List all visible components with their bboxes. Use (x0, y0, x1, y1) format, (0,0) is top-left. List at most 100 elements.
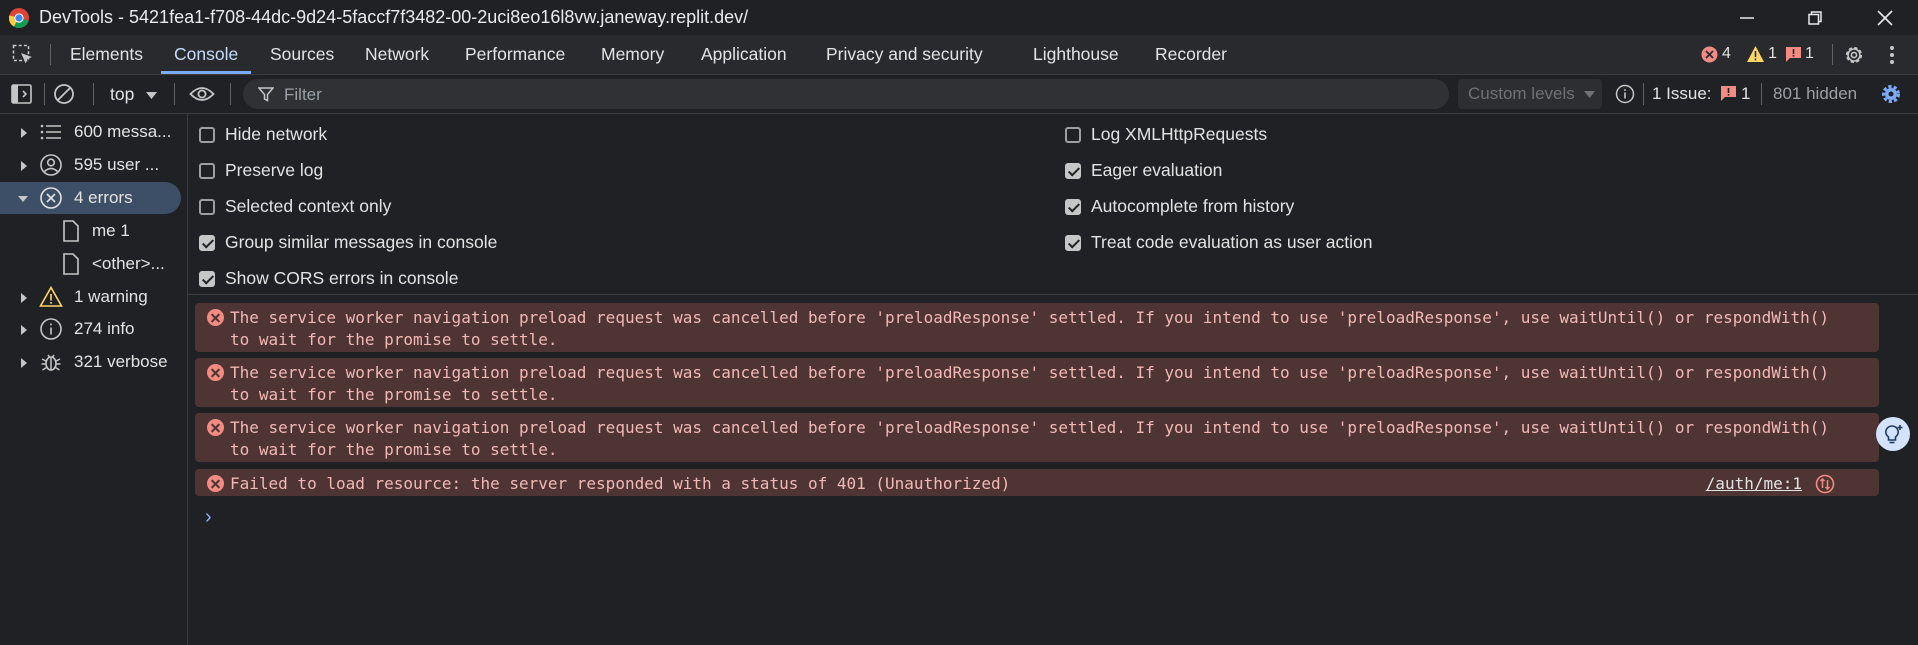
log-levels-dropdown[interactable]: Custom levels (1458, 79, 1602, 109)
console-error-message[interactable]: The service worker navigation preload re… (195, 358, 1879, 407)
info-icon[interactable] (1615, 84, 1635, 104)
hide-network-checkbox[interactable] (199, 127, 215, 143)
window-titlebar: DevTools - 5421fea1-f708-44dc-9d24-5facc… (0, 0, 1918, 35)
bug-icon (41, 354, 61, 371)
network-request-icon[interactable] (1815, 474, 1835, 494)
more-options-icon[interactable] (1887, 44, 1897, 66)
expand-arrow-icon[interactable] (21, 358, 27, 368)
close-window-button[interactable] (1855, 0, 1915, 35)
expand-arrow-icon[interactable] (21, 128, 27, 138)
tab-performance[interactable]: Performance (465, 35, 565, 74)
console-error-message[interactable]: The service worker navigation preload re… (195, 413, 1879, 462)
file-icon (63, 253, 79, 275)
context-label: top (110, 84, 135, 104)
show-cors-errors-checkbox[interactable] (199, 271, 215, 287)
error-icon (40, 187, 62, 209)
status-counts[interactable]: 4 1 1 (1701, 45, 1821, 65)
setting-label: Group similar messages in console (225, 232, 498, 252)
tab-privacy-and-security[interactable]: Privacy and security (826, 35, 983, 74)
sidebar-toggle-icon[interactable] (11, 84, 32, 104)
error-count-icon (1701, 46, 1718, 63)
sidebar-item-user-messages[interactable]: 595 user ... (0, 149, 181, 181)
error-icon (207, 475, 224, 492)
issue-count-icon (1786, 47, 1801, 62)
hidden-count: 801 hidden (1773, 84, 1858, 103)
settings-gear-icon[interactable] (1843, 44, 1865, 66)
tab-elements[interactable]: Elements (70, 35, 143, 74)
tab-lighthouse[interactable]: Lighthouse (1033, 35, 1119, 74)
console-settings-gear-icon[interactable] (1880, 83, 1902, 105)
sidebar-item-file-me[interactable]: me 1 (0, 215, 181, 247)
toolbar-separator (1761, 83, 1762, 105)
tab-network[interactable]: Network (365, 35, 429, 74)
panel-tab-bar: Elements Console Sources Network Perform… (0, 35, 1918, 75)
console-toolbar: top Filter Custom levels 1 Issue: 1 801 … (0, 75, 1918, 114)
tab-sources[interactable]: Sources (270, 35, 334, 74)
ai-insights-button[interactable] (1876, 417, 1910, 451)
setting-label: Show CORS errors in console (225, 268, 459, 288)
issues-link[interactable]: 1 Issue: 1 (1652, 84, 1752, 104)
console-error-message[interactable]: Failed to load resource: the server resp… (195, 469, 1879, 496)
sidebar-item-file-other[interactable]: <other>... (0, 248, 181, 280)
toolbar-separator (174, 83, 175, 105)
message-text: The service worker navigation preload re… (230, 418, 1830, 459)
live-expression-eye-icon[interactable] (189, 86, 215, 102)
collapse-arrow-icon[interactable] (18, 196, 28, 202)
setting-label: Hide network (225, 124, 328, 144)
group-similar-checkbox[interactable] (199, 235, 215, 251)
minimize-button[interactable] (1717, 0, 1777, 35)
warning-count: 1 (1768, 45, 1777, 62)
chevron-down-icon (146, 92, 157, 99)
setting-label: Treat code evaluation as user action (1091, 232, 1373, 252)
source-link[interactable]: /auth/me:1 (1706, 473, 1802, 495)
inspect-element-icon[interactable] (12, 44, 34, 66)
selected-context-only-checkbox[interactable] (199, 199, 215, 215)
clear-console-icon[interactable] (53, 83, 75, 105)
sidebar-item-messages[interactable]: 600 messa... (0, 116, 181, 148)
eager-evaluation-checkbox[interactable] (1065, 163, 1081, 179)
filter-input[interactable]: Filter (243, 79, 1449, 109)
filter-placeholder: Filter (284, 85, 322, 104)
file-icon (63, 220, 79, 242)
expand-arrow-icon[interactable] (21, 161, 27, 171)
restore-button[interactable] (1785, 0, 1845, 35)
autocomplete-history-checkbox[interactable] (1065, 199, 1081, 215)
filter-funnel-icon (258, 87, 274, 102)
expand-arrow-icon[interactable] (21, 325, 27, 335)
console-error-message[interactable]: The service worker navigation preload re… (195, 303, 1879, 352)
preserve-log-checkbox[interactable] (199, 163, 215, 179)
console-settings-panel: Hide network Preserve log Selected conte… (188, 114, 1918, 295)
expand-arrow-icon[interactable] (21, 293, 27, 303)
issues-count: 1 (1741, 84, 1751, 103)
sidebar-item-label: 595 user ... (74, 155, 160, 174)
setting-label: Log XMLHttpRequests (1091, 124, 1268, 144)
error-icon (207, 364, 224, 381)
toolbar-separator (1643, 83, 1644, 105)
sidebar-item-errors[interactable]: 4 errors (0, 182, 181, 214)
warning-icon (39, 285, 63, 307)
window-title: DevTools - 5421fea1-f708-44dc-9d24-5facc… (39, 7, 749, 27)
context-selector[interactable]: top (110, 83, 165, 105)
console-input[interactable] (225, 503, 1875, 533)
tab-console[interactable]: Console (160, 35, 252, 74)
sidebar-item-info[interactable]: 274 info (0, 313, 181, 345)
setting-label: Eager evaluation (1091, 160, 1223, 180)
tab-memory[interactable]: Memory (601, 35, 664, 74)
sidebar-item-label: 274 info (74, 319, 135, 338)
error-icon (207, 309, 224, 326)
treat-code-evaluation-checkbox[interactable] (1065, 235, 1081, 251)
close-icon (1877, 9, 1893, 26)
sidebar-item-warnings[interactable]: 1 warning (0, 281, 181, 313)
error-icon (207, 419, 224, 436)
console-prompt-chevron-icon[interactable]: › (205, 506, 212, 529)
toolbar-separator (230, 83, 231, 105)
sidebar-item-label: 321 verbose (74, 352, 168, 371)
tab-recorder[interactable]: Recorder (1155, 35, 1227, 74)
info-icon (40, 318, 62, 340)
sidebar-item-verbose[interactable]: 321 verbose (0, 346, 181, 378)
toolbar-separator (44, 83, 45, 105)
sidebar-item-label: 600 messa... (74, 122, 172, 141)
log-xmlhttprequests-checkbox[interactable] (1065, 127, 1081, 143)
tab-application[interactable]: Application (701, 35, 787, 74)
message-text: Failed to load resource: the server resp… (230, 474, 1011, 493)
